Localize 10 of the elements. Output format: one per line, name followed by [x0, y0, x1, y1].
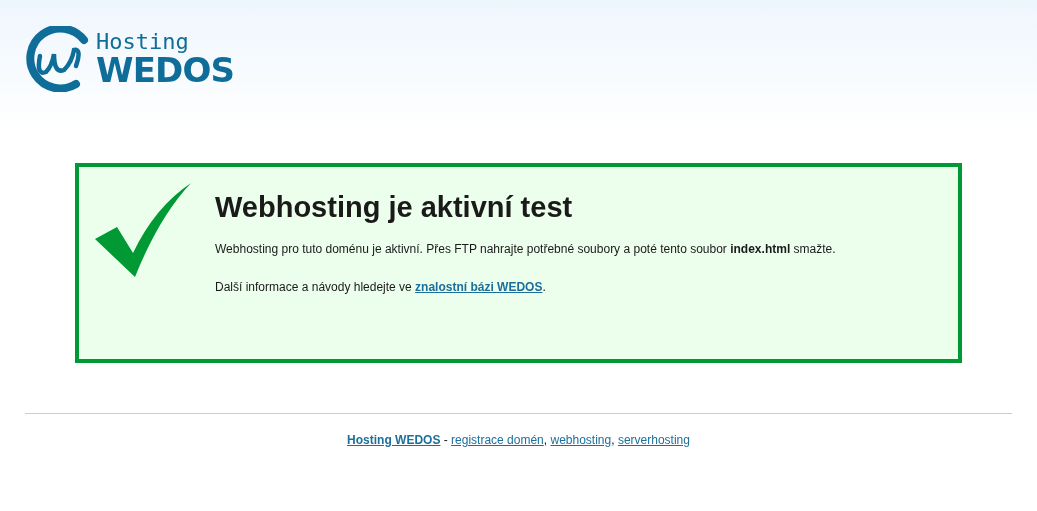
footer-text: Hosting WEDOS - registrace domén, webhosting, serverhosting: [346, 432, 691, 449]
footer-link[interactable]: Hosting WEDOS: [347, 433, 441, 447]
notice-text: Webhosting pro tuto doménu je aktivní. Přes FTP nahrajte potřebné soubory a poté tento soubor index.html smažte.: [215, 241, 836, 258]
checkmark-icon: [95, 183, 193, 279]
notice-title: Webhosting je aktivní test: [215, 190, 574, 225]
logo-text: Hosting: [96, 31, 190, 53]
notice-text: Další informace a návody hledejte ve znalostní bázi WEDOS.: [215, 279, 547, 296]
footer-link[interactable]: serverhosting: [617, 433, 690, 447]
logo-text: WEDOS: [96, 53, 235, 87]
footer-link[interactable]: registrace domén: [451, 433, 544, 447]
